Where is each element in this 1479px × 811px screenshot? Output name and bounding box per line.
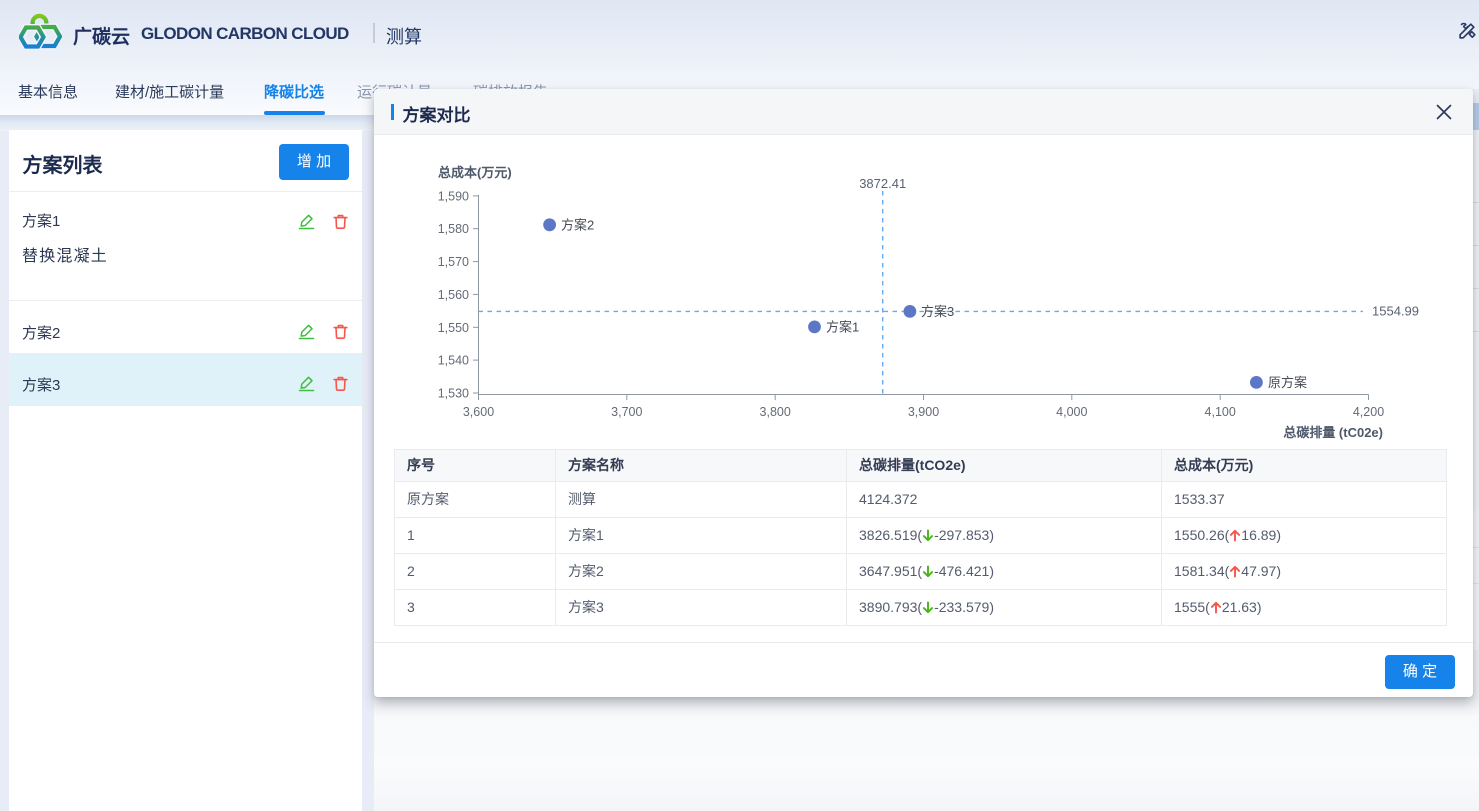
svg-text:方案3: 方案3 <box>921 303 954 318</box>
svg-text:1,580: 1,580 <box>437 222 468 236</box>
svg-text:3,600: 3,600 <box>462 405 493 419</box>
svg-text:总碳排量 (tC02e): 总碳排量 (tC02e) <box>1283 425 1383 440</box>
svg-text:1,560: 1,560 <box>437 287 468 301</box>
svg-text:4,100: 4,100 <box>1204 405 1235 419</box>
svg-text:原方案: 原方案 <box>1268 374 1307 389</box>
svg-text:4,000: 4,000 <box>1056 405 1087 419</box>
svg-text:1,590: 1,590 <box>437 189 468 203</box>
svg-text:3872.41: 3872.41 <box>859 176 906 191</box>
svg-text:3,700: 3,700 <box>611 405 642 419</box>
svg-text:1554.99: 1554.99 <box>1372 303 1419 318</box>
svg-text:1,570: 1,570 <box>437 255 468 269</box>
svg-text:3,800: 3,800 <box>759 405 790 419</box>
svg-text:1,530: 1,530 <box>437 386 468 400</box>
svg-text:总成本(万元): 总成本(万元) <box>438 165 512 180</box>
svg-text:方案2: 方案2 <box>561 217 594 232</box>
svg-text:3,900: 3,900 <box>907 405 938 419</box>
svg-text:1,540: 1,540 <box>437 353 468 367</box>
svg-text:1,550: 1,550 <box>437 320 468 334</box>
svg-text:4,200: 4,200 <box>1352 405 1383 419</box>
svg-text:方案1: 方案1 <box>826 319 859 334</box>
